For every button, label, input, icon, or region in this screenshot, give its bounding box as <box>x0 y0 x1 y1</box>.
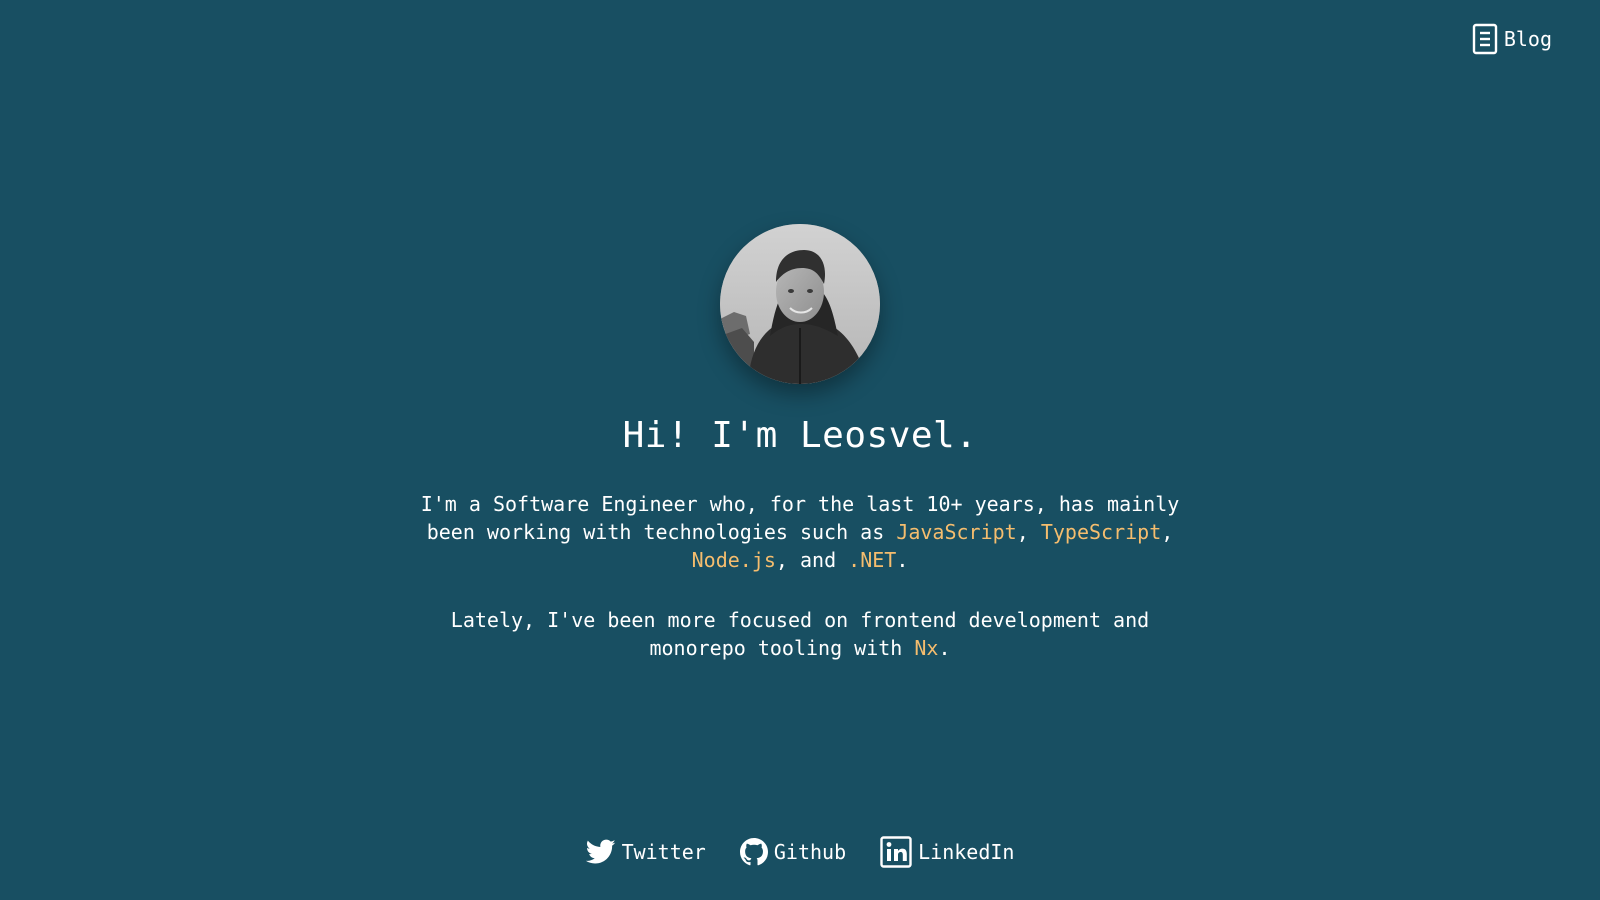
avatar <box>720 224 880 384</box>
github-icon <box>739 838 768 866</box>
twitter-link[interactable]: Twitter <box>585 836 706 868</box>
tech-nodejs: Node.js <box>691 548 776 572</box>
bio-text: Lately, I've been more focused on fronte… <box>450 608 1150 660</box>
social-links: Twitter Github LinkedIn <box>0 836 1600 868</box>
blog-label: Blog <box>1503 27 1552 51</box>
linkedin-icon <box>880 836 912 868</box>
twitter-label: Twitter <box>621 840 706 864</box>
page-title: Hi! I'm Leosvel. <box>622 415 978 456</box>
tech-typescript: TypeScript <box>1040 520 1162 544</box>
linkedin-label: LinkedIn <box>918 840 1015 864</box>
bio-intro: I'm a Software Engineer who, for the las… <box>410 490 1190 574</box>
twitter-icon <box>585 839 616 864</box>
tech-dotnet: .NET <box>848 548 897 572</box>
linkedin-link[interactable]: LinkedIn <box>880 836 1014 868</box>
blog-link[interactable]: Blog <box>1472 23 1552 55</box>
github-link[interactable]: Github <box>739 836 847 868</box>
bio-period: . <box>938 636 951 660</box>
profile-photo <box>720 224 880 384</box>
bio-period: . <box>896 548 909 572</box>
page: Blog Hi! I'm Leosvel. I'm a Software Eng… <box>0 0 1600 900</box>
bio-separator: , <box>1016 520 1041 544</box>
bio-separator: , and <box>775 548 849 572</box>
document-icon <box>1472 23 1498 55</box>
hero: Hi! I'm Leosvel. I'm a Software Engineer… <box>0 224 1600 662</box>
bio-separator: , <box>1161 520 1174 544</box>
github-label: Github <box>773 840 847 864</box>
tech-nx: Nx <box>914 636 939 660</box>
tech-javascript: JavaScript <box>896 520 1017 544</box>
bio-focus: Lately, I've been more focused on fronte… <box>410 606 1190 662</box>
